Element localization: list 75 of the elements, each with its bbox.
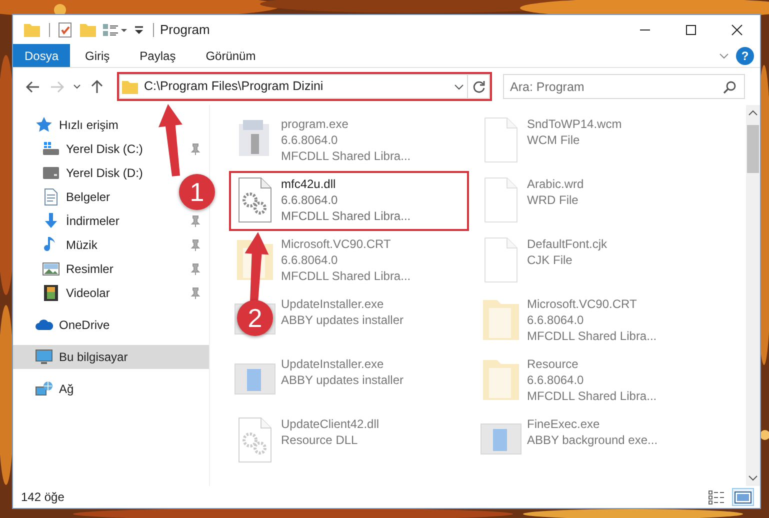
picture-icon [42,260,60,278]
scroll-up-icon[interactable] [748,109,758,117]
star-icon [35,116,53,134]
file-name: UpdateClient42.dll [281,416,380,432]
sidebar-item[interactable]: İndirmeler [66,212,120,230]
sidebar-item[interactable]: Resimler [66,260,114,278]
file-name: mfc42u.dll [281,176,337,192]
scroll-down-icon[interactable] [748,474,758,482]
network-icon [35,380,53,398]
sidebar-item[interactable]: OneDrive [59,316,110,334]
arrow [244,232,269,303]
file-name: UpdateInstaller.exe [281,356,385,372]
file-detail: WCM File [527,132,581,148]
file-detail: Resource DLL [281,432,359,448]
forward-icon [49,78,65,94]
close-icon [731,24,743,36]
document-icon [42,188,60,206]
file-detail: WRD File [527,192,580,208]
sidebar-item[interactable]: Belgeler [66,188,110,206]
file-name: FineExec.exe [527,416,601,432]
help-button[interactable]: ? [736,46,754,64]
scrollbar[interactable] [746,105,760,486]
file-tab[interactable]: Dosya [13,44,70,67]
sidebar-item[interactable]: Müzik [66,236,98,254]
item-count: 142 öğe [21,489,64,506]
file-detail: 6.6.8064.0 [527,372,585,388]
file-detail: MFCDLL Shared Libra... [281,268,411,284]
file-name: UpdateInstaller.exe [281,296,385,312]
caret-icon [72,82,82,92]
file-detail: MFCDLL Shared Libra... [281,148,411,164]
sidebar-item[interactable]: Hızlı erişim [59,116,118,134]
film-icon [42,284,60,302]
file-detail: MFCDLL Shared Libra... [527,388,657,404]
back-icon [25,78,41,94]
search-field[interactable]: Ara: Program [503,74,745,99]
file-name: Resource [527,356,580,372]
file-name: Microsoft.VC90.CRT [281,236,392,252]
checklist-icon[interactable] [56,20,74,38]
search-icon [723,80,737,94]
file-name: SndToWP14.wcm [527,116,622,132]
file-detail: 6.6.8064.0 [281,252,339,268]
file-name: Arabic.wrd [527,176,584,192]
large-icons-view-button[interactable] [732,488,754,506]
address-bar[interactable]: C:\Program Files\Program Dizini [119,74,490,99]
monitor-icon [35,348,53,366]
ribbon-tab[interactable]: Giriş [70,44,125,67]
ribbon-tab[interactable]: Paylaş [124,44,191,67]
sidebar-item[interactable]: Videolar [66,284,110,302]
file-detail: 6.6.8064.0 [281,132,339,148]
up-icon [89,78,105,94]
sidebar-item[interactable]: Yerel Disk (C:) [66,140,143,158]
sidebar-item[interactable]: Bu bilgisayar [13,345,209,369]
file-detail: ABBY background exe... [527,432,658,448]
refresh-icon [472,80,486,94]
ribbon-tab[interactable]: Görünüm [190,44,271,67]
file-detail: ABBY updates installer [281,312,404,328]
picture-icon [734,489,752,505]
file-detail: 6.6.8064.0 [527,312,585,328]
file-detail: MFCDLL Shared Libra... [527,328,657,344]
file-detail: 6.6.8064.0 [281,192,339,208]
sidebar-item[interactable]: Yerel Disk (D:) [66,164,143,182]
file-name: Microsoft.VC90.CRT [527,296,638,312]
window-title: Program [160,20,210,39]
sidebar-item[interactable]: Ağ [59,380,74,398]
drive-icon [42,140,60,158]
file-detail: CJK File [527,252,574,268]
file-detail: MFCDLL Shared Libra... [281,208,411,224]
scroll-thumb[interactable] [747,125,759,173]
file-detail: ABBY updates installer [281,372,404,388]
file-name: program.exe [281,116,350,132]
drive-icon [42,164,60,182]
file-name: DefaultFont.cjk [527,236,608,252]
maximize-icon [685,24,697,36]
details-view-icon [708,489,726,505]
download-icon [42,212,60,230]
